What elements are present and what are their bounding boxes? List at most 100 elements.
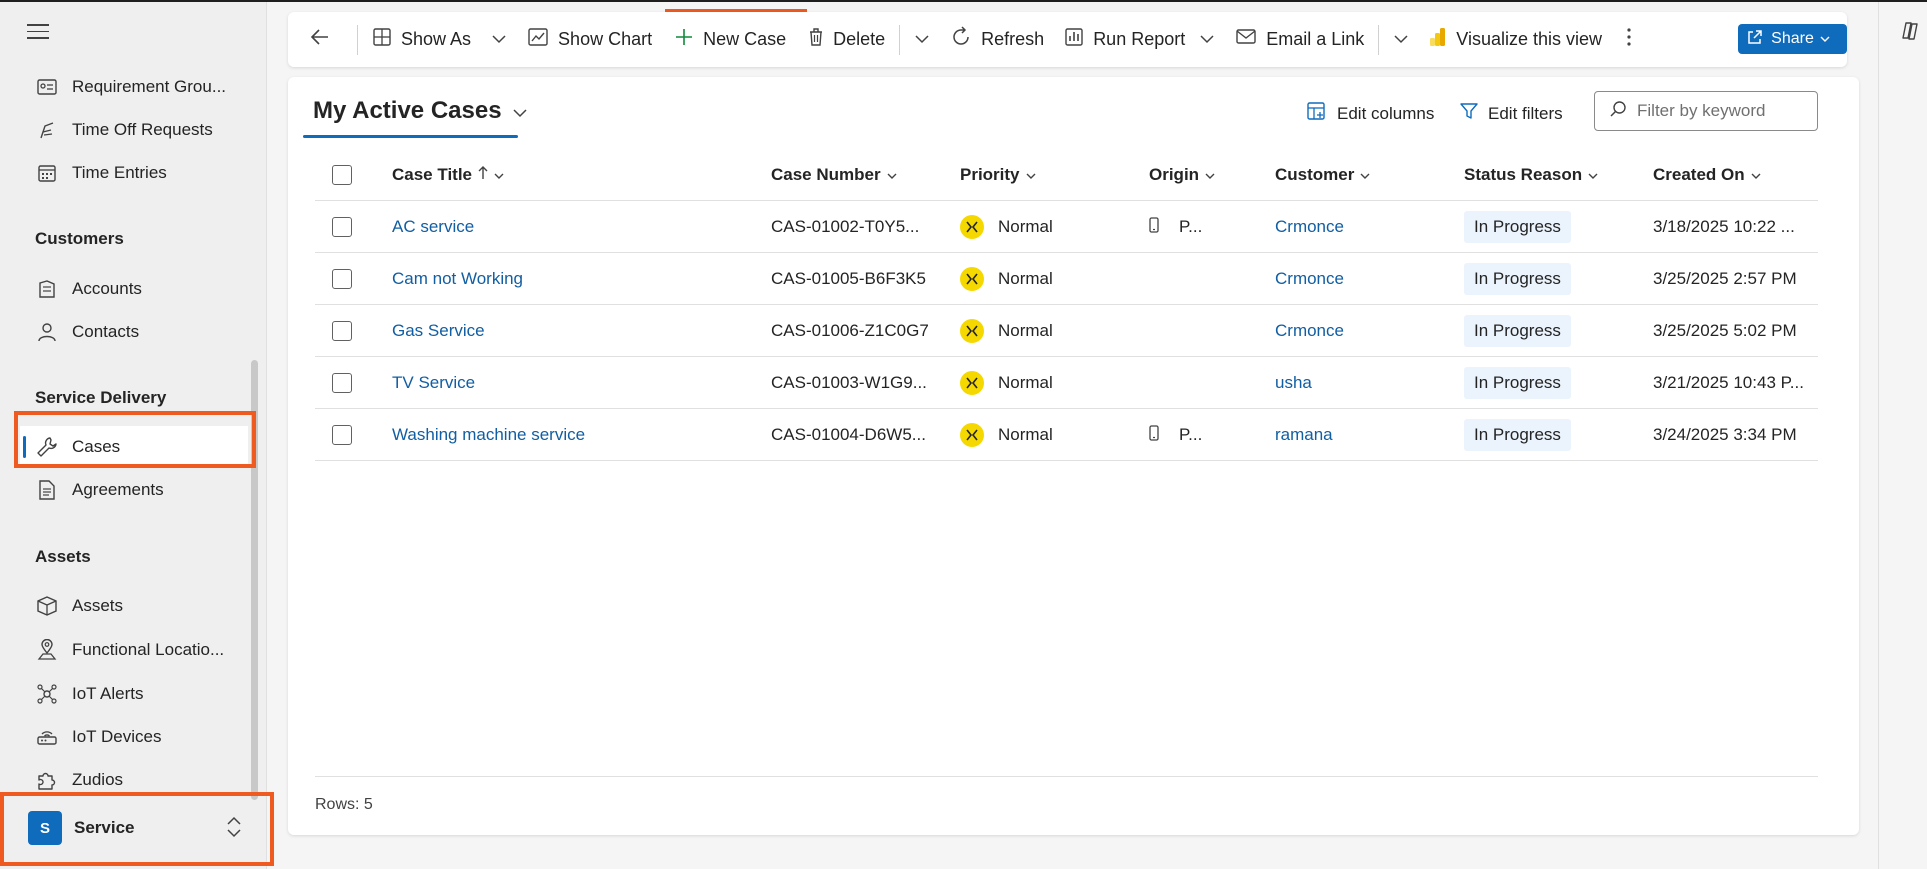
edit-columns-button[interactable]: Edit columns — [1306, 101, 1434, 126]
sidebar-item-iot-alerts[interactable]: IoT Alerts — [20, 673, 248, 715]
hamburger-icon[interactable] — [27, 24, 49, 40]
sidebar-item-label: Requirement Grou... — [72, 77, 227, 96]
select-all-checkbox[interactable] — [332, 165, 352, 185]
sidebar-item-functional-locations[interactable]: Functional Locatio... — [20, 629, 248, 671]
sidebar-item-iot-devices[interactable]: IoT Devices — [20, 716, 248, 758]
visualize-button[interactable]: Visualize this view — [1419, 20, 1612, 60]
origin-label: P... — [1179, 425, 1203, 444]
column-label: Case Number — [771, 165, 881, 184]
column-header-customer[interactable]: Customer — [1275, 149, 1370, 201]
column-header-created-on[interactable]: Created On — [1653, 149, 1761, 201]
customer-link[interactable]: Crmonce — [1275, 201, 1344, 253]
filter-by-keyword[interactable] — [1594, 91, 1818, 131]
case-title-link[interactable]: AC service — [392, 201, 474, 253]
column-label: Customer — [1275, 165, 1355, 184]
right-rail-divider — [1878, 2, 1879, 869]
run-report-dropdown[interactable] — [1189, 20, 1225, 60]
sidebar-item-time-off-requests[interactable]: Time Off Requests — [20, 109, 248, 151]
edit-filters-button[interactable]: Edit filters — [1459, 101, 1563, 126]
row-checkbox[interactable] — [332, 217, 352, 237]
separator — [1378, 24, 1380, 55]
sidebar-scrollbar[interactable] — [251, 360, 258, 800]
case-title-link[interactable]: TV Service — [392, 357, 475, 409]
edit-columns-icon — [1306, 101, 1337, 126]
customer-link[interactable]: ramana — [1275, 409, 1333, 461]
status-cell: In Progress — [1464, 201, 1571, 253]
iot-alert-icon — [34, 683, 60, 705]
column-header-case-number[interactable]: Case Number — [771, 149, 897, 201]
copilot-icon[interactable] — [1899, 20, 1921, 47]
priority-label: Normal — [998, 425, 1053, 444]
sidebar-item-time-entries[interactable]: Time Entries — [20, 152, 248, 194]
location-icon — [34, 639, 60, 661]
email-link-button[interactable]: Email a Link — [1225, 20, 1374, 60]
customer-link[interactable]: usha — [1275, 357, 1312, 409]
customer-link[interactable]: Crmonce — [1275, 305, 1344, 357]
grid-icon — [372, 27, 401, 52]
row-checkbox[interactable] — [332, 269, 352, 289]
report-icon — [1064, 27, 1093, 52]
table-row[interactable]: TV Service CAS-01003-W1G9... Normal usha… — [315, 357, 1818, 409]
show-as-dropdown[interactable] — [481, 20, 517, 60]
view-selector[interactable]: My Active Cases — [313, 97, 528, 125]
column-label: Origin — [1149, 165, 1200, 184]
case-title-link[interactable]: Gas Service — [392, 305, 485, 357]
sidebar-item-accounts[interactable]: Accounts — [20, 268, 248, 310]
run-report-label: Run Report — [1093, 29, 1186, 49]
row-checkbox[interactable] — [332, 425, 352, 445]
sidebar-item-requirement-groups[interactable]: Requirement Grou... — [20, 66, 248, 108]
refresh-button[interactable]: Refresh — [940, 20, 1054, 60]
case-title-link[interactable]: Washing machine service — [392, 409, 585, 461]
more-vertical-icon — [1626, 27, 1641, 52]
email-link-dropdown[interactable] — [1383, 20, 1419, 60]
priority-normal-icon — [960, 319, 984, 343]
chevron-down-icon — [881, 165, 897, 185]
person-icon — [34, 321, 60, 343]
table-row[interactable]: AC service CAS-01002-T0Y5... Normal P...… — [315, 201, 1818, 253]
priority-label: Normal — [998, 269, 1053, 288]
sidebar-item-zudios[interactable]: Zudios — [20, 759, 248, 801]
column-header-status-reason[interactable]: Status Reason — [1464, 149, 1598, 201]
sidebar-item-assets[interactable]: Assets — [20, 585, 248, 627]
more-commands-dropdown[interactable] — [904, 20, 940, 60]
puzzle-icon — [34, 769, 60, 791]
edit-columns-label: Edit columns — [1337, 103, 1435, 123]
view-panel: My Active Cases Edit columns Edit filter… — [288, 77, 1859, 835]
filter-input[interactable] — [1637, 101, 1807, 121]
arrow-left-icon — [310, 28, 339, 51]
show-as-button[interactable]: Show As — [362, 20, 481, 60]
customer-link[interactable]: Crmonce — [1275, 253, 1344, 305]
delete-button[interactable]: Delete — [798, 20, 895, 60]
column-header-origin[interactable]: Origin — [1149, 149, 1215, 201]
back-button[interactable] — [296, 20, 353, 60]
table-row[interactable]: Gas Service CAS-01006-Z1C0G7 Normal Crmo… — [315, 305, 1818, 357]
table-row[interactable]: Washing machine service CAS-01004-D6W5..… — [315, 409, 1818, 461]
sidebar-item-agreements[interactable]: Agreements — [20, 469, 248, 511]
table-row[interactable]: Cam not Working CAS-01005-B6F3K5 Normal … — [315, 253, 1818, 305]
run-report-button[interactable]: Run Report — [1054, 20, 1189, 60]
view-title: My Active Cases — [313, 97, 502, 124]
column-header-priority[interactable]: Priority — [960, 149, 1036, 201]
sidebar-item-contacts[interactable]: Contacts — [20, 311, 248, 353]
new-case-button[interactable]: New Case — [662, 20, 798, 60]
share-button[interactable]: Share — [1738, 24, 1847, 54]
priority-cell: Normal — [960, 305, 1053, 357]
chevron-down-icon — [1199, 31, 1215, 49]
priority-normal-icon — [960, 267, 984, 291]
area-switcher[interactable]: S Service — [20, 802, 258, 854]
show-chart-button[interactable]: Show Chart — [517, 20, 662, 60]
case-title-link[interactable]: Cam not Working — [392, 253, 523, 305]
visualize-label: Visualize this view — [1456, 29, 1603, 49]
search-icon — [1609, 100, 1627, 123]
chevron-down-icon — [1199, 165, 1215, 185]
requirement-group-icon — [34, 76, 60, 98]
chevron-down-icon — [1354, 165, 1370, 185]
sidebar-item-label: Assets — [72, 596, 124, 615]
row-checkbox[interactable] — [332, 321, 352, 341]
column-header-case-title[interactable]: Case Title — [392, 149, 504, 201]
section-title-assets: Assets — [35, 547, 91, 566]
row-checkbox[interactable] — [332, 373, 352, 393]
wrench-icon — [34, 436, 60, 458]
sidebar-item-cases[interactable]: Cases — [20, 426, 248, 468]
more-options-button[interactable] — [1612, 20, 1655, 60]
